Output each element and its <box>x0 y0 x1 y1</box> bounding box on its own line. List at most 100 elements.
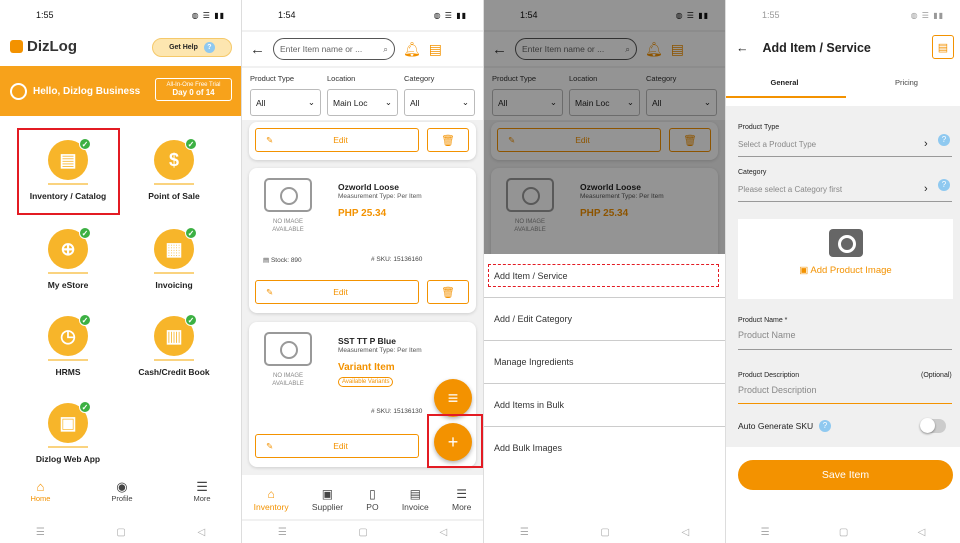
nav-po[interactable]: ▯ PO <box>366 487 378 512</box>
tile-estore[interactable]: ⊕ ✓ My eStore <box>18 227 118 290</box>
nav-home[interactable]: ⌂ Home <box>30 479 50 503</box>
help-icon[interactable]: ? <box>938 134 950 146</box>
sys-menu-icon[interactable]: ☰ <box>278 527 287 538</box>
invoice-icon: ▤ <box>409 486 421 501</box>
nav-profile[interactable]: ◉ Profile <box>111 479 132 503</box>
category-select[interactable]: All ⌄ <box>404 89 475 116</box>
back-arrow-icon[interactable]: ← <box>736 41 749 55</box>
nav-label: More <box>452 501 472 512</box>
nav-more[interactable]: ☰ More <box>452 487 471 512</box>
nav-label: Profile <box>111 494 133 503</box>
edit-button[interactable]: ✎ Edit <box>255 128 419 152</box>
chevron-down-icon: ⌄ <box>461 97 469 107</box>
bell-icon[interactable]: 🔔︎ <box>403 41 421 58</box>
sys-back-icon[interactable]: ◁ <box>918 527 926 538</box>
sys-home-icon[interactable]: ▢ <box>600 527 609 538</box>
menu-manage-ingredients[interactable]: Manage Ingredients <box>494 357 574 367</box>
tile-hrms[interactable]: ◷ ✓ HRMS <box>18 314 118 377</box>
status-icons: ◍ ☰ ▮▮ <box>910 10 944 20</box>
tab-general[interactable]: General <box>726 78 843 87</box>
stopwatch-icon: ◷ ✓ <box>48 314 91 356</box>
delete-button[interactable]: 🗑︎ <box>427 128 469 152</box>
category-label: Category <box>738 169 767 176</box>
divider <box>484 297 725 298</box>
trial-badge[interactable]: All-In-One Free Trial Day 0 of 14 <box>155 78 232 101</box>
check-icon: ✓ <box>185 314 197 326</box>
add-menu-sheet: Add Item / Service Add / Edit Category M… <box>484 254 725 543</box>
save-item-button[interactable]: Save Item <box>738 460 953 490</box>
select-value: Main Loc <box>333 97 368 108</box>
tile-underline <box>48 446 88 448</box>
tile-cashbook[interactable]: ▥ ✓ Cash/Credit Book <box>124 314 224 377</box>
header: ← Add Item / Service <box>726 32 960 64</box>
register-icon[interactable]: ▤ <box>429 41 442 58</box>
tile-webapp[interactable]: ▣ ✓ Dizlog Web App <box>18 401 118 464</box>
nav-label: Inventory <box>253 501 289 512</box>
status-bar: 1:54 ◍ ☰ ▮▮ <box>242 0 483 30</box>
select-value: All <box>410 97 420 108</box>
sys-back-icon[interactable]: ◁ <box>197 527 205 538</box>
system-nav: ☰ ▢ ◁ <box>242 521 483 543</box>
sys-menu-icon[interactable]: ☰ <box>36 527 45 538</box>
sort-fab[interactable]: ≡ <box>434 379 472 417</box>
tile-underline <box>154 359 194 361</box>
tile-underline <box>154 183 194 185</box>
optional-label: (Optional) <box>921 372 952 379</box>
menu-edit-category[interactable]: Add / Edit Category <box>494 314 572 324</box>
sys-back-icon[interactable]: ◁ <box>439 527 447 538</box>
add-image-text: Add Product Image <box>810 265 892 276</box>
product-type-select[interactable]: Select a Product Type <box>738 140 816 149</box>
book-icon: ▥ ✓ <box>154 314 197 356</box>
field-underline <box>738 403 952 404</box>
nav-supplier[interactable]: ▣ Supplier <box>312 487 343 512</box>
tile-label: Cash/Credit Book <box>138 367 210 377</box>
auto-sku-toggle[interactable] <box>920 418 946 433</box>
add-image-area[interactable]: ▣ Add Product Image <box>738 219 953 299</box>
bottom-nav: ⌂ Home ◉ Profile ☰ More <box>0 479 241 519</box>
sys-menu-icon[interactable]: ☰ <box>520 527 529 538</box>
help-icon[interactable]: ? <box>819 420 831 432</box>
back-arrow-icon[interactable]: ← <box>250 41 265 58</box>
sys-back-icon[interactable]: ◁ <box>681 527 689 538</box>
help-icon[interactable]: ? <box>938 179 950 191</box>
product-name-input[interactable]: Product Name <box>738 330 796 340</box>
edit-button[interactable]: ✎ Edit <box>255 434 419 458</box>
sys-home-icon[interactable]: ▢ <box>839 527 848 538</box>
description-input[interactable]: Product Description <box>738 385 817 395</box>
nav-invoice[interactable]: ▤ Invoice <box>402 487 429 512</box>
tab-pricing[interactable]: Pricing <box>848 78 960 87</box>
sys-menu-icon[interactable]: ☰ <box>761 527 770 538</box>
menu-icon: ☰ <box>196 479 208 494</box>
camera-icon <box>264 178 312 212</box>
menu-add-bulk[interactable]: Add Items in Bulk <box>494 400 564 410</box>
status-time: 1:54 <box>278 10 296 20</box>
system-nav: ☰ ▢ ◁ <box>0 521 241 543</box>
tab-bar: General Pricing <box>726 70 960 100</box>
product-type-select[interactable]: All ⌄ <box>250 89 321 116</box>
nav-more[interactable]: ☰ More <box>193 479 210 503</box>
menu-bulk-images[interactable]: Add Bulk Images <box>494 443 562 453</box>
sys-home-icon[interactable]: ▢ <box>116 527 125 538</box>
edit-button[interactable]: ✎ Edit <box>255 280 419 304</box>
system-nav: ☰ ▢ ◁ <box>484 521 725 543</box>
product-card[interactable]: NO IMAGE AVAILABLE Ozworld Loose Measure… <box>249 168 476 313</box>
tile-underline <box>48 272 88 274</box>
delete-button[interactable]: 🗑︎ <box>427 280 469 304</box>
tile-invoicing[interactable]: ▦ ✓ Invoicing <box>124 227 224 290</box>
nav-label: Supplier <box>311 501 344 512</box>
nav-inventory[interactable]: ⌂ Inventory <box>254 487 289 512</box>
product-type-label: Product Type <box>738 124 780 131</box>
trial-line2: Day 0 of 14 <box>172 88 215 97</box>
tile-pos[interactable]: $ ✓ Point of Sale <box>124 138 224 201</box>
search-input[interactable]: Enter Item name or ... ⌕ <box>273 38 395 60</box>
register-button[interactable]: ▤ <box>932 35 954 59</box>
sys-home-icon[interactable]: ▢ <box>358 527 367 538</box>
status-bar: 1:55 ◍ ☰ ▮▮ <box>726 0 960 30</box>
category-select[interactable]: Please select a Category first <box>738 185 842 194</box>
page-title: Add Item / Service <box>762 41 871 55</box>
form-area: Product Type ? Select a Product Type › C… <box>726 106 960 447</box>
description-label: Product Description <box>738 372 800 379</box>
chevron-down-icon: ⌄ <box>384 97 392 107</box>
location-select[interactable]: Main Loc ⌄ <box>327 89 398 116</box>
get-help-button[interactable]: Get Help? <box>152 38 232 57</box>
